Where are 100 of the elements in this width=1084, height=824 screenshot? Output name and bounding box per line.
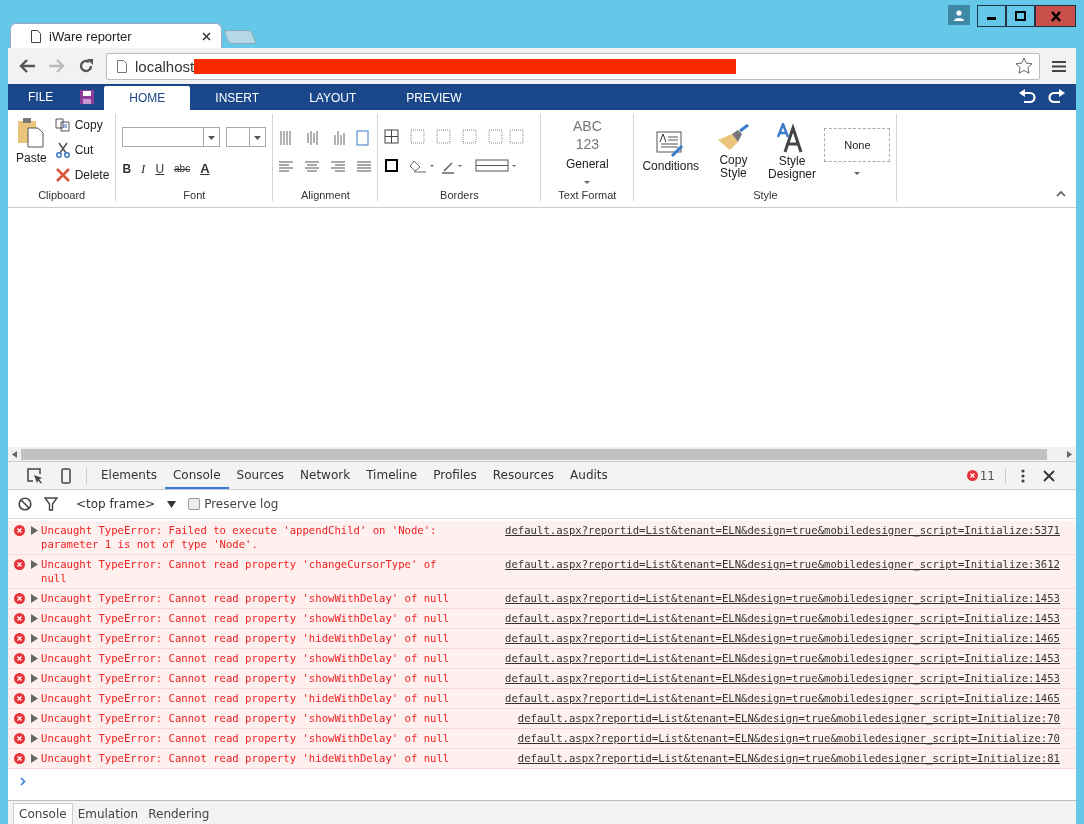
frame-selector[interactable]: <top frame>: [76, 497, 156, 511]
caret-icon: [254, 135, 262, 140]
devtools-tab[interactable]: Sources: [228, 462, 293, 489]
expand-icon[interactable]: [31, 754, 38, 763]
underline-button[interactable]: U: [155, 161, 165, 176]
color-button[interactable]: A: [200, 161, 210, 176]
user-icon[interactable]: [948, 5, 970, 25]
source-link[interactable]: default.aspx?reportid=List&tenant=ELN&design=true&mobiledesigner_script=Initialize:3612: [505, 557, 1060, 571]
dropdown-icon[interactable]: [167, 500, 177, 508]
scissors-icon: [54, 141, 71, 158]
inspect-icon[interactable]: [27, 467, 43, 484]
error-message: Uncaught TypeError: Cannot read property 'showWithDelay' of null: [41, 611, 451, 625]
expand-icon[interactable]: [31, 734, 38, 743]
source-link[interactable]: default.aspx?reportid=List&tenant=ELN&design=true&mobiledesigner_script=Initialize:1465: [505, 631, 1060, 645]
ribbon-tab[interactable]: PREVIEW: [381, 86, 487, 110]
devtools-tab[interactable]: Timeline: [358, 462, 426, 489]
redo-icon[interactable]: [1048, 89, 1066, 105]
expand-icon[interactable]: [31, 560, 38, 569]
clear-icon[interactable]: [18, 497, 32, 511]
reload-icon[interactable]: [78, 58, 94, 74]
error-message: Uncaught TypeError: Cannot read property 'hideWithDelay' of null: [41, 631, 451, 645]
source-link[interactable]: default.aspx?reportid=List&tenant=ELN&design=true&mobiledesigner_script=Initialize:1453: [505, 591, 1060, 605]
caret-icon[interactable]: [584, 181, 591, 184]
error-message: Uncaught TypeError: Failed to execute 'appendChild' on 'Node': parameter 1 is not of type 'Node'.: [41, 523, 438, 551]
horizontal-scrollbar[interactable]: [8, 447, 1076, 461]
copy-icon: [54, 117, 71, 132]
devtools-tab[interactable]: Profiles: [425, 462, 485, 489]
group-label: Style: [752, 189, 779, 201]
minimize-button[interactable]: [977, 5, 1006, 27]
save-icon[interactable]: [80, 90, 95, 104]
caret-icon[interactable]: [854, 172, 861, 175]
filter-icon[interactable]: [44, 497, 58, 511]
source-link[interactable]: default.aspx?reportid=List&tenant=ELN&design=true&mobiledesigner_script=Initialize:1453: [505, 651, 1060, 665]
italic-button[interactable]: I: [141, 160, 146, 177]
source-link[interactable]: default.aspx?reportid=List&tenant=ELN&design=true&mobiledesigner_script=Initialize:70: [517, 731, 1060, 745]
style-preset[interactable]: None: [824, 128, 891, 162]
ribbon-tab[interactable]: LAYOUT: [284, 86, 382, 110]
designer-button[interactable]: Style Designer: [765, 120, 819, 183]
ribbon-tab[interactable]: INSERT: [190, 86, 285, 110]
browser-tab[interactable]: iWare reporter: [10, 23, 222, 48]
devtools-tab[interactable]: Audits: [562, 462, 616, 489]
conditions-button[interactable]: Conditions: [640, 128, 702, 175]
copy-button[interactable]: Copy: [54, 114, 110, 135]
error-count[interactable]: 11: [966, 468, 995, 483]
star-icon[interactable]: [1015, 57, 1033, 75]
drawer-tab[interactable]: Emulation: [72, 804, 144, 824]
close-button[interactable]: [1035, 5, 1076, 27]
devtools-tab[interactable]: Resources: [484, 462, 563, 489]
device-icon[interactable]: [61, 467, 71, 484]
address-bar[interactable]: localhost: [106, 52, 1040, 80]
collapse-icon[interactable]: [1056, 190, 1066, 197]
source-link[interactable]: default.aspx?reportid=List&tenant=ELN&design=true&mobiledesigner_script=Initialize:1453: [505, 611, 1060, 625]
more-icon[interactable]: [1021, 468, 1025, 483]
ribbon-tab[interactable]: HOME: [104, 86, 191, 110]
file-menu[interactable]: FILE: [8, 90, 69, 110]
format-sample-text: ABC: [572, 119, 602, 133]
expand-icon[interactable]: [31, 634, 38, 643]
delete-button[interactable]: Delete: [54, 164, 110, 185]
back-icon[interactable]: [18, 58, 36, 74]
error-icon: [14, 525, 25, 536]
source-link[interactable]: default.aspx?reportid=List&tenant=ELN&design=true&mobiledesigner_script=Initialize:1453: [505, 671, 1060, 685]
source-link[interactable]: default.aspx?reportid=List&tenant=ELN&design=true&mobiledesigner_script=Initialize:70: [517, 711, 1060, 725]
undo-icon[interactable]: [1018, 89, 1036, 105]
close-icon[interactable]: [1043, 469, 1055, 482]
expand-icon[interactable]: [31, 526, 38, 535]
devtools-tab[interactable]: Network: [292, 462, 359, 489]
strike-button[interactable]: abc: [174, 163, 191, 174]
number-format-dropdown[interactable]: General: [566, 157, 609, 171]
expand-icon[interactable]: [31, 674, 38, 683]
cut-button[interactable]: Cut: [54, 139, 110, 160]
error-icon: [14, 559, 25, 570]
scroll-right-icon[interactable]: [1067, 450, 1072, 458]
devtools-tab[interactable]: Elements: [93, 462, 165, 489]
source-link[interactable]: default.aspx?reportid=List&tenant=ELN&design=true&mobiledesigner_script=Initialize:81: [517, 751, 1060, 765]
menu-icon[interactable]: [1052, 59, 1066, 73]
expand-icon[interactable]: [31, 614, 38, 623]
bold-button[interactable]: B: [122, 161, 132, 176]
prompt-icon[interactable]: [20, 777, 26, 786]
paste-button[interactable]: Paste: [14, 114, 49, 167]
close-icon[interactable]: [202, 31, 211, 41]
scroll-left-icon[interactable]: [12, 450, 17, 458]
border-icons[interactable]: [384, 129, 525, 144]
error-icon: [14, 673, 25, 684]
source-link[interactable]: default.aspx?reportid=List&tenant=ELN&design=true&mobiledesigner_script=Initialize:1465: [505, 691, 1060, 705]
drawer-tab[interactable]: Console: [13, 803, 73, 824]
source-link[interactable]: default.aspx?reportid=List&tenant=ELN&design=true&mobiledesigner_script=Initialize:5371: [505, 523, 1060, 537]
expand-icon[interactable]: [31, 654, 38, 663]
clipboard-icon: [17, 116, 46, 148]
expand-icon[interactable]: [31, 714, 38, 723]
devtools-tab[interactable]: Console: [164, 462, 229, 489]
expand-icon[interactable]: [31, 594, 38, 603]
copy-style-button[interactable]: Copy Style: [707, 121, 760, 182]
error-icon: [14, 753, 25, 764]
error-icon: [14, 613, 25, 624]
error-icon: [14, 633, 25, 644]
close-icon: [1049, 10, 1062, 22]
expand-icon[interactable]: [31, 694, 38, 703]
preserve-log-checkbox[interactable]: [188, 498, 201, 510]
error-icon: [14, 693, 25, 704]
drawer-tab[interactable]: Rendering: [143, 804, 215, 824]
